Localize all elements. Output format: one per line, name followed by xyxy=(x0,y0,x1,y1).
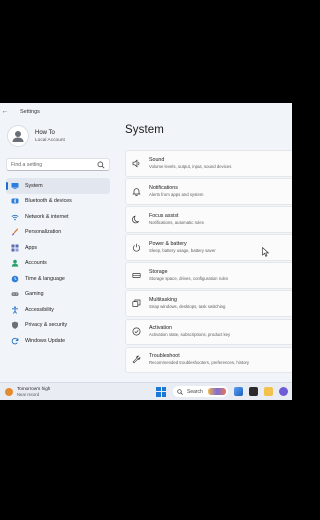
accessibility-icon xyxy=(11,306,19,314)
settings-window: ← Settings How To Local Account Find a s… xyxy=(0,103,292,400)
file-explorer-icon[interactable] xyxy=(234,387,243,396)
taskbar: Tomorrow's high Near record Search xyxy=(0,382,292,400)
globe-clock-icon xyxy=(11,275,19,283)
windows-start-icon[interactable] xyxy=(156,386,166,397)
shield-icon xyxy=(11,321,19,330)
sidebar-item-bluetooth[interactable]: Bluetooth & devices xyxy=(6,194,110,210)
sidebar-item-label: Privacy & security xyxy=(25,322,68,329)
card-sound[interactable]: Sound Volume levels, output, input, soun… xyxy=(125,150,292,177)
sidebar-nav: System Bluetooth & devices Network & int… xyxy=(6,178,110,349)
sidebar-item-apps[interactable]: Apps xyxy=(6,240,110,256)
update-icon xyxy=(11,337,19,345)
window-title: Settings xyxy=(20,108,40,115)
card-title: Power & battery xyxy=(149,241,187,248)
bell-icon xyxy=(132,187,141,196)
sidebar-item-label: Accessibility xyxy=(25,306,54,313)
profile-name: How To xyxy=(35,129,55,136)
sidebar-item-label: Bluetooth & devices xyxy=(25,198,72,205)
card-subtitle: Notifications, automatic rules xyxy=(149,219,204,225)
card-focus-assist[interactable]: Focus assist Notifications, automatic ru… xyxy=(125,206,292,233)
card-title: Storage xyxy=(149,269,168,276)
person-silhouette-icon xyxy=(12,131,24,142)
sidebar: How To Local Account Find a setting Syst… xyxy=(0,120,120,382)
settings-card-list: Sound Volume levels, output, input, soun… xyxy=(125,150,292,375)
sidebar-item-label: Gaming xyxy=(25,291,44,298)
weather-widget[interactable]: Tomorrow's high Near record xyxy=(5,386,50,397)
sidebar-item-label: Accounts xyxy=(25,260,47,267)
speaker-icon xyxy=(132,159,141,168)
sidebar-item-privacy-security[interactable]: Privacy & security xyxy=(6,318,110,334)
card-subtitle: Activation state, subscriptions, product… xyxy=(149,332,231,338)
sidebar-item-label: Personalization xyxy=(25,229,62,236)
sidebar-item-label: Time & language xyxy=(25,275,65,282)
card-title: Focus assist xyxy=(149,212,179,219)
terminal-icon[interactable] xyxy=(249,387,258,396)
weather-sun-icon xyxy=(5,387,13,396)
folder-icon[interactable] xyxy=(264,387,273,396)
person-icon xyxy=(11,259,19,267)
user-profile[interactable]: How To Local Account xyxy=(7,125,65,147)
bluetooth-icon xyxy=(11,197,19,205)
search-placeholder: Find a setting xyxy=(11,161,43,168)
find-setting-search[interactable]: Find a setting xyxy=(6,158,110,171)
sidebar-item-accounts[interactable]: Accounts xyxy=(6,256,110,272)
page-title: System xyxy=(125,124,164,136)
search-highlight-icon xyxy=(208,388,226,395)
title-bar: ← Settings xyxy=(0,103,292,120)
card-multitasking[interactable]: Multitasking Snap windows, desktops, tas… xyxy=(125,290,292,317)
card-subtitle: Recommended troubleshooters, preferences… xyxy=(149,360,250,366)
apps-icon xyxy=(11,244,19,252)
sidebar-item-label: Apps xyxy=(25,244,38,251)
brush-icon xyxy=(11,228,19,236)
weather-subtitle: Near record xyxy=(17,391,40,397)
monitor-icon xyxy=(11,182,19,190)
card-title: Sound xyxy=(149,156,165,163)
weather-title: Tomorrow's high xyxy=(17,386,51,391)
sidebar-item-network[interactable]: Network & internet xyxy=(6,209,110,225)
search-icon[interactable] xyxy=(97,161,105,169)
multitask-icon xyxy=(132,299,141,308)
moon-icon xyxy=(132,215,141,224)
wrench-icon xyxy=(132,355,141,364)
search-icon xyxy=(177,388,183,395)
sidebar-item-time-language[interactable]: Time & language xyxy=(6,271,110,287)
sidebar-item-label: Network & internet xyxy=(25,213,69,220)
card-troubleshoot[interactable]: Troubleshoot Recommended troubleshooters… xyxy=(125,346,292,374)
card-subtitle: Storage space, drives, configuration rul… xyxy=(149,276,229,282)
check-circle-icon xyxy=(132,327,141,336)
card-title: Multitasking xyxy=(149,297,177,304)
chat-icon[interactable] xyxy=(279,387,288,396)
card-title: Activation xyxy=(149,325,172,332)
taskbar-search-box[interactable]: Search xyxy=(173,386,228,397)
mouse-cursor-icon xyxy=(262,247,269,257)
sidebar-item-personalization[interactable]: Personalization xyxy=(6,225,110,241)
sidebar-item-label: Windows Update xyxy=(25,337,66,344)
taskbar-search-label: Search xyxy=(187,388,203,395)
card-notifications[interactable]: Notifications Alerts from apps and syste… xyxy=(125,178,292,205)
sidebar-item-label: System xyxy=(25,182,43,189)
card-title: Notifications xyxy=(149,184,178,191)
card-storage[interactable]: Storage Storage space, drives, configura… xyxy=(125,262,292,289)
wifi-icon xyxy=(11,213,19,221)
avatar xyxy=(7,125,29,147)
card-title: Troubleshoot xyxy=(149,353,180,360)
card-subtitle: Volume levels, output, input, sound devi… xyxy=(149,163,232,169)
sidebar-item-windows-update[interactable]: Windows Update xyxy=(6,333,110,349)
taskbar-center: Search xyxy=(156,386,288,397)
card-subtitle: Sleep, battery usage, battery saver xyxy=(149,248,216,254)
profile-account-type: Local Account xyxy=(35,137,65,143)
power-icon xyxy=(132,243,141,252)
gamepad-icon xyxy=(11,290,19,298)
storage-icon xyxy=(132,271,141,280)
card-activation[interactable]: Activation Activation state, subscriptio… xyxy=(125,318,292,346)
sidebar-item-accessibility[interactable]: Accessibility xyxy=(6,302,110,318)
sidebar-item-gaming[interactable]: Gaming xyxy=(6,287,110,303)
back-arrow-icon[interactable]: ← xyxy=(0,103,10,120)
card-subtitle: Alerts from apps and system xyxy=(149,191,204,197)
card-subtitle: Snap windows, desktops, task switching xyxy=(149,304,226,310)
sidebar-item-system[interactable]: System xyxy=(6,178,110,194)
